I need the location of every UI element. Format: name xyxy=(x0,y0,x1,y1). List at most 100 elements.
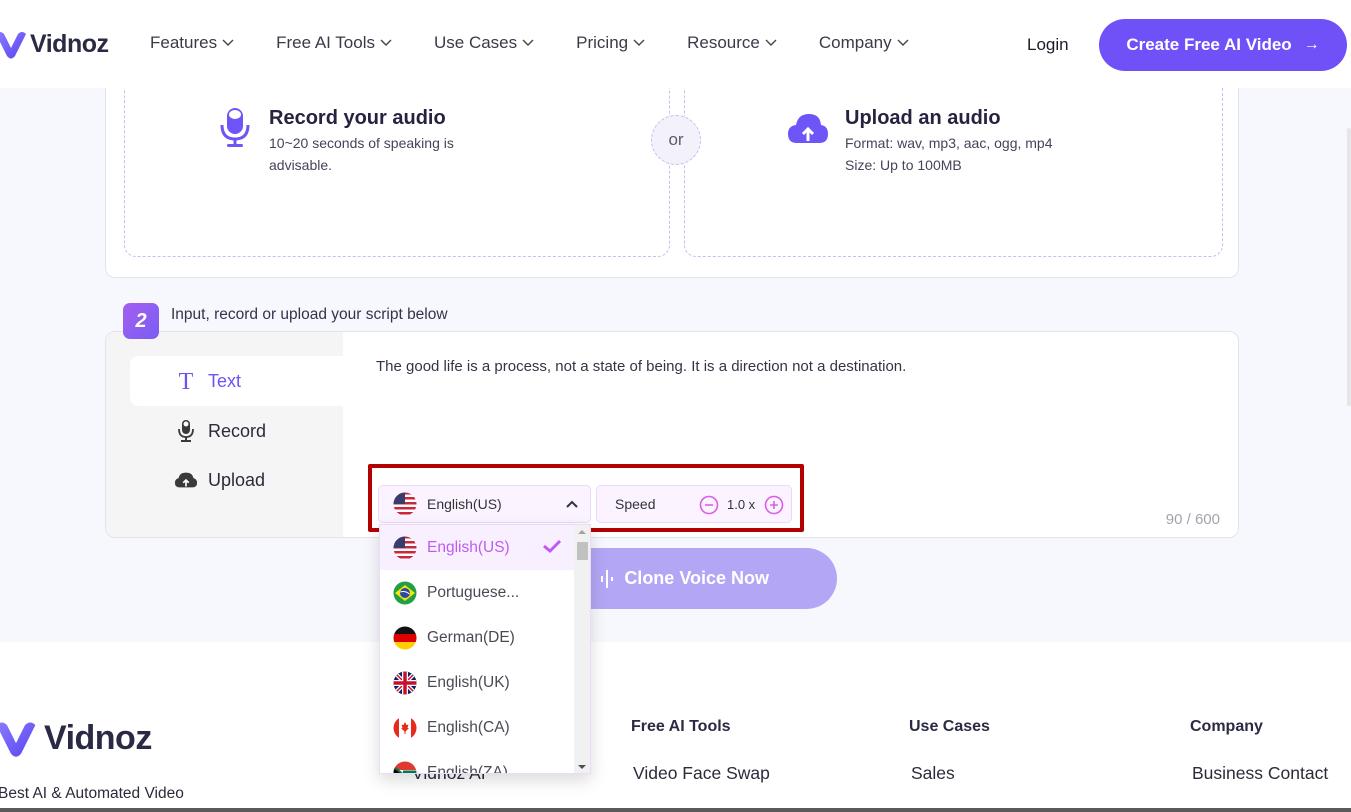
nav-label: Free AI Tools xyxy=(276,33,375,52)
or-divider: or xyxy=(651,115,701,165)
nav-label: Features xyxy=(150,33,218,52)
scroll-up-arrow-icon[interactable] xyxy=(578,530,586,534)
selected-language: English(US) xyxy=(427,496,502,512)
login-link[interactable]: Login xyxy=(1027,35,1069,55)
upload-audio-dropzone[interactable]: Upload an audio Format: wav, mp3, aac, o… xyxy=(684,59,1223,257)
language-option-label: Portuguese... xyxy=(427,583,520,601)
footer-logo[interactable]: Vidnoz xyxy=(0,714,152,762)
language-option-label: English(US) xyxy=(427,538,510,556)
language-option[interactable]: English(CA) xyxy=(380,705,576,750)
script-mode-tabs: T Text Record Upload xyxy=(106,332,343,537)
tab-record-label: Record xyxy=(208,420,267,441)
create-free-ai-video-button[interactable]: Create Free AI Video → xyxy=(1099,19,1347,71)
upload-audio-title: Upload an audio xyxy=(845,107,1001,129)
arrow-right-icon: → xyxy=(1303,36,1320,53)
text-icon: T xyxy=(174,369,198,393)
language-option-label: English(UK) xyxy=(427,673,510,691)
nav-features[interactable]: Features xyxy=(150,33,234,53)
nav-pricing[interactable]: Pricing xyxy=(576,33,645,53)
language-option[interactable]: English(US) xyxy=(380,525,576,570)
language-option[interactable]: English(UK) xyxy=(380,660,576,705)
upload-audio-size: Size: Up to 100MB xyxy=(845,157,962,173)
tab-text-label: Text xyxy=(208,370,242,391)
tab-upload[interactable]: Upload xyxy=(130,455,343,505)
step-number-badge: 2 xyxy=(123,303,159,339)
footer-link-business-contact[interactable]: Business Contact xyxy=(1192,763,1328,784)
language-option[interactable]: English(ZA) xyxy=(380,750,576,774)
nav-use-cases[interactable]: Use Cases xyxy=(434,33,534,53)
clone-voice-button[interactable]: Clone Voice Now xyxy=(560,548,837,609)
microphone-icon xyxy=(174,419,198,443)
chevron-down-icon xyxy=(380,39,392,46)
upload-audio-format: Format: wav, mp3, aac, ogg, mp4 xyxy=(845,135,1053,151)
uk-flag-icon xyxy=(393,671,417,694)
cta-label: Create Free AI Video xyxy=(1126,35,1292,54)
footer-brand-name: Vidnoz xyxy=(44,718,152,757)
waveform-icon xyxy=(601,569,614,588)
character-counter: 90 / 600 xyxy=(1165,511,1220,528)
speed-label: Speed xyxy=(615,496,656,512)
chevron-down-icon xyxy=(633,39,645,46)
tab-text[interactable]: T Text xyxy=(130,356,343,406)
minus-circle-icon[interactable] xyxy=(699,495,719,515)
tab-upload-label: Upload xyxy=(208,469,266,490)
language-option[interactable]: Portuguese... xyxy=(380,570,576,615)
language-select[interactable]: English(US) xyxy=(378,485,591,523)
record-audio-option[interactable]: Record your audio 10~20 seconds of speak… xyxy=(219,107,454,176)
window-bottom-edge xyxy=(0,808,1351,812)
canada-flag-icon xyxy=(393,716,417,739)
checkmark-icon xyxy=(543,539,562,554)
nav-label: Resource xyxy=(687,33,760,52)
brazil-flag-icon xyxy=(393,581,417,604)
scrollbar-thumb[interactable] xyxy=(577,542,588,560)
south-africa-flag-icon xyxy=(393,761,417,773)
chevron-up-icon xyxy=(566,500,578,508)
footer-heading-free-ai-tools: Free AI Tools xyxy=(631,718,731,735)
language-dropdown-list[interactable]: English(US) Portuguese... German(DE) Eng… xyxy=(379,524,591,774)
nav-resource[interactable]: Resource xyxy=(687,33,777,53)
nav-label: Company xyxy=(818,33,892,52)
microphone-icon xyxy=(220,108,250,147)
language-option-label: German(DE) xyxy=(427,628,515,646)
footer-tagline: Best AI & Automated Video xyxy=(0,785,184,802)
nav-company[interactable]: Company xyxy=(819,33,909,53)
step-label: Input, record or upload your script belo… xyxy=(171,306,448,323)
brand-name: Vidnoz xyxy=(30,29,109,58)
page-scrollbar[interactable] xyxy=(1347,128,1351,406)
record-audio-dropzone[interactable]: Record your audio 10~20 seconds of speak… xyxy=(124,59,670,257)
language-option-label: English(CA) xyxy=(427,718,510,736)
germany-flag-icon xyxy=(393,626,417,649)
chevron-down-icon xyxy=(222,39,234,46)
chevron-down-icon xyxy=(765,39,777,46)
dropdown-scrollbar[interactable] xyxy=(574,525,590,773)
footer-link-video-face-swap[interactable]: Video Face Swap xyxy=(633,763,770,784)
footer-link-sales[interactable]: Sales xyxy=(911,763,955,784)
us-flag-icon xyxy=(393,492,417,516)
chevron-down-icon xyxy=(522,39,534,46)
record-audio-desc-2: advisable. xyxy=(269,157,333,173)
speed-control: Speed 1.0 x xyxy=(596,485,792,523)
language-option[interactable]: German(DE) xyxy=(380,615,576,660)
vidnoz-logo-icon xyxy=(0,32,26,59)
plus-circle-icon[interactable] xyxy=(764,495,784,515)
cloud-upload-icon xyxy=(788,114,828,143)
nav-free-ai-tools[interactable]: Free AI Tools xyxy=(276,33,392,53)
upload-audio-option[interactable]: Upload an audio Format: wav, mp3, aac, o… xyxy=(787,107,1053,176)
tab-record[interactable]: Record xyxy=(130,406,343,456)
script-textarea[interactable]: The good life is a process, not a state … xyxy=(376,358,906,375)
language-option-label: English(ZA) xyxy=(427,763,508,774)
clone-voice-label: Clone Voice Now xyxy=(624,568,769,588)
vidnoz-logo-icon xyxy=(0,722,36,757)
chevron-down-icon xyxy=(897,39,909,46)
record-audio-desc-1: 10~20 seconds of speaking is xyxy=(269,135,454,151)
nav-label: Pricing xyxy=(576,33,629,52)
footer-heading-company: Company xyxy=(1190,718,1263,735)
cloud-upload-icon xyxy=(174,468,198,492)
us-flag-icon xyxy=(393,536,417,559)
footer-heading-use-cases: Use Cases xyxy=(909,718,990,735)
scroll-down-arrow-icon[interactable] xyxy=(578,765,586,769)
voice-source-card: Record your audio 10~20 seconds of speak… xyxy=(105,59,1239,278)
brand-logo[interactable]: Vidnoz xyxy=(0,26,109,62)
site-header: Vidnoz Features Free AI Tools Use Cases … xyxy=(0,0,1351,88)
speed-value: 1.0 x xyxy=(727,497,756,512)
